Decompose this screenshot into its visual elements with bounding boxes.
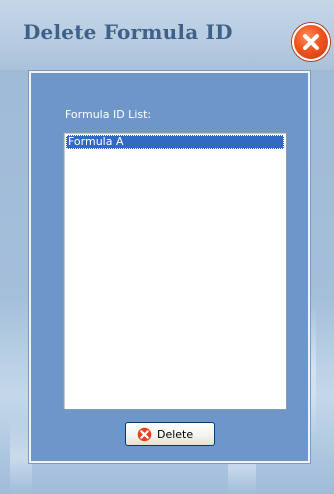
red-x-icon <box>137 427 152 442</box>
formula-id-listbox[interactable]: Formula A <box>63 132 287 410</box>
title-bar: Delete Formula ID <box>0 0 334 70</box>
formula-id-list-label: Formula ID List: <box>65 108 152 121</box>
close-x-icon <box>303 34 319 50</box>
dialog-window: Delete Formula ID Formula ID List: Formu… <box>0 0 334 494</box>
content-panel: Formula ID List: Formula A Delete <box>29 71 310 463</box>
list-item[interactable]: Formula A <box>66 135 284 149</box>
delete-button-label: Delete <box>157 428 194 441</box>
delete-button[interactable]: Delete <box>125 422 215 446</box>
close-button[interactable] <box>292 23 330 61</box>
dialog-title: Delete Formula ID <box>23 20 233 44</box>
